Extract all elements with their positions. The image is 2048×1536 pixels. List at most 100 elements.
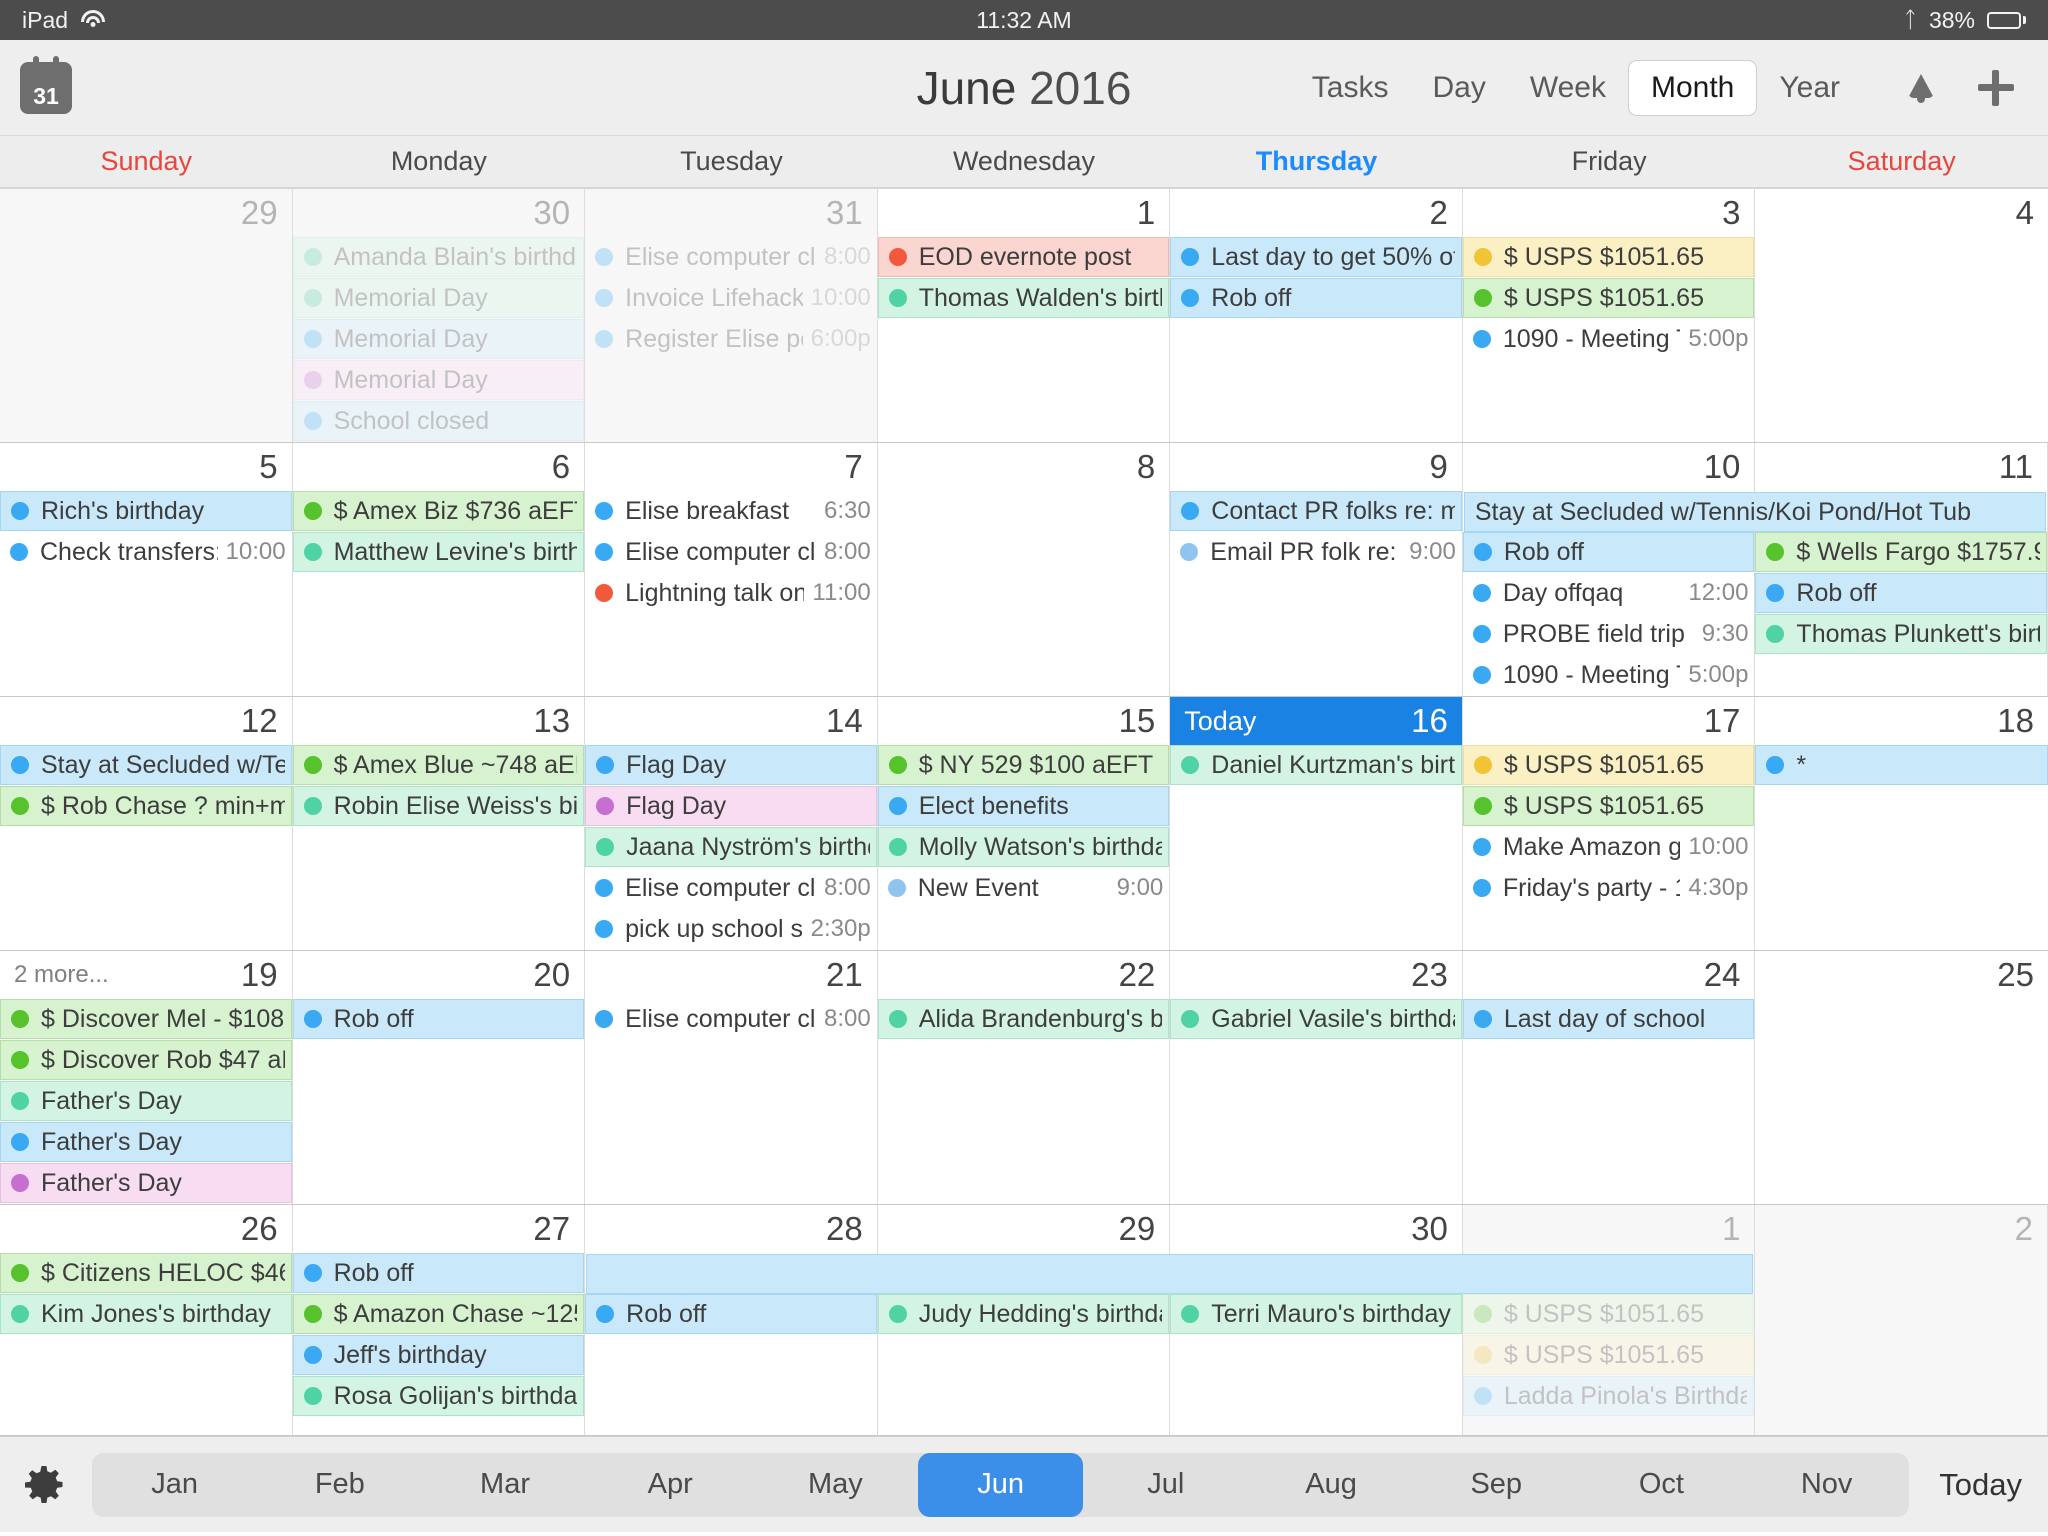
day-cell-2[interactable]: 2 Last day to get 50% off Rob off — [1170, 189, 1463, 442]
calendar-event[interactable]: Last day of school — [1462, 999, 1755, 1039]
multi-day-event[interactable]: Stay at Secluded w/Tennis/Koi Pond/Hot T… — [1463, 492, 2046, 532]
calendar-event[interactable]: $ USPS $1051.65 — [1462, 786, 1755, 826]
day-cell-13[interactable]: 13 $ Amex Blue ~748 aEFT Robin Elise Weiss… — [292, 697, 586, 950]
calendar-event[interactable]: Father's Day — [0, 1122, 292, 1162]
calendar-event[interactable]: $ NY 529 $100 aEFT — [877, 745, 1170, 785]
day-cell-14[interactable]: 14 Flag Day Flag Day Jaana Nyström's birthd… — [585, 697, 878, 950]
month-tab-nov[interactable]: Nov — [1744, 1453, 1909, 1517]
calendar-event[interactable]: Stay at Secluded w/Tenn — [0, 745, 292, 785]
calendar-event[interactable]: Rosa Golijan's birthday — [292, 1376, 585, 1416]
view-tab-tasks[interactable]: Tasks — [1290, 61, 1411, 115]
plus-icon[interactable] — [1978, 69, 2014, 106]
calendar-event[interactable]: Elise computer club 8:00 — [585, 532, 877, 572]
calendar-event[interactable]: Elise breakfast 6:30 — [585, 491, 877, 531]
calendar-event[interactable]: $ Amex Biz $736 aEFT — [292, 491, 585, 531]
calendar-event[interactable]: Memorial Day — [292, 278, 585, 318]
day-cell-1[interactable]: 1 $ USPS $1051.65 $ USPS $1051.65 Ladda Pin… — [1462, 1205, 1756, 1435]
calendar-icon[interactable]: 31 — [20, 55, 72, 114]
month-tab-oct[interactable]: Oct — [1579, 1453, 1744, 1517]
calendar-event[interactable]: 1090 - Meeting To 5:00p — [1463, 319, 1755, 359]
calendar-event[interactable]: EOD evernote post — [877, 237, 1170, 277]
day-cell-10[interactable]: 10 Rob off Day offqaq 12:00 PROBE field trip… — [1462, 443, 1756, 696]
day-cell-24[interactable]: 24 Last day of school — [1462, 951, 1756, 1204]
today-button[interactable]: Today — [1909, 1467, 2048, 1503]
calendar-event[interactable]: Friday's party - 10 4:30p — [1463, 868, 1755, 908]
calendar-event[interactable]: Rich's birthday — [0, 491, 292, 531]
month-tab-feb[interactable]: Feb — [257, 1453, 422, 1517]
calendar-event[interactable]: $ Discover Mel - $108 at — [0, 999, 292, 1039]
calendar-event[interactable]: Lightning talk on f 11:00 — [585, 573, 877, 613]
calendar-event[interactable]: $ USPS $1051.65 — [1462, 745, 1755, 785]
calendar-event[interactable]: Elect benefits — [877, 786, 1170, 826]
calendar-event[interactable]: $ Rob Chase ? min+mar — [0, 786, 292, 826]
calendar-event[interactable]: School closed — [292, 401, 585, 441]
calendar-event[interactable]: Memorial Day — [292, 360, 585, 400]
day-cell-22[interactable]: 22 Alida Brandenburg's birt — [877, 951, 1171, 1204]
calendar-event[interactable]: 1090 - Meeting To 5:00p — [1463, 655, 1755, 695]
day-cell-3[interactable]: 3 $ USPS $1051.65 $ USPS $1051.65 1090 - Me… — [1462, 189, 1756, 442]
month-tab-apr[interactable]: Apr — [588, 1453, 753, 1517]
calendar-event[interactable]: Father's Day — [0, 1163, 292, 1203]
more-events-link[interactable]: 2 more... — [14, 961, 109, 989]
month-tab-mar[interactable]: Mar — [422, 1453, 587, 1517]
view-tab-month[interactable]: Month — [1627, 59, 1758, 116]
day-cell-11[interactable]: 11 $ Wells Fargo $1757.95 Rob off Thomas Pl… — [1755, 443, 2048, 696]
month-tab-jan[interactable]: Jan — [92, 1453, 257, 1517]
day-cell-7[interactable]: 7 Elise breakfast 6:30 Elise computer club 8… — [585, 443, 878, 696]
day-cell-15[interactable]: 15 $ NY 529 $100 aEFT Elect benefits Molly … — [877, 697, 1171, 950]
calendar-event[interactable]: $ Citizens HELOC $46.38 — [0, 1253, 292, 1293]
calendar-event[interactable]: Contact PR folks re: mal — [1170, 491, 1462, 531]
day-cell-28[interactable]: 28 Rob off — [585, 1205, 878, 1435]
multi-day-event[interactable] — [586, 1254, 1754, 1294]
calendar-event[interactable]: $ Amazon Chase ~125 a — [292, 1294, 585, 1334]
day-cell-27[interactable]: 27 Rob off $ Amazon Chase ~125 a Jeff's bir… — [292, 1205, 586, 1435]
calendar-event[interactable]: Day offqaq 12:00 — [1463, 573, 1755, 613]
calendar-event[interactable]: Flag Day — [585, 786, 877, 826]
calendar-event[interactable]: Rob off — [1170, 278, 1462, 318]
day-cell-19[interactable]: 2 more... 19 $ Discover Mel - $108 at $ Dis… — [0, 951, 293, 1204]
calendar-event[interactable]: Father's Day — [0, 1081, 292, 1121]
calendar-event[interactable]: New Event 9:00 — [878, 868, 1170, 908]
day-cell-23[interactable]: 23 Gabriel Vasile's birthday — [1170, 951, 1463, 1204]
month-tab-jun[interactable]: Jun — [918, 1452, 1084, 1517]
calendar-event[interactable]: Rob off — [1462, 532, 1755, 572]
day-cell-5[interactable]: 5 Rich's birthday Check transfers: s 10:00 — [0, 443, 293, 696]
calendar-event[interactable]: $ USPS $1051.65 — [1462, 1294, 1755, 1334]
calendar-event[interactable]: Rob off — [1755, 573, 2047, 613]
calendar-event[interactable]: Terri Mauro's birthday — [1170, 1294, 1462, 1334]
day-cell-31[interactable]: 31 Elise computer club 8:00 Invoice Lifehac… — [585, 189, 878, 442]
view-tab-week[interactable]: Week — [1508, 61, 1628, 115]
day-cell-18[interactable]: 18 * — [1755, 697, 2048, 950]
day-cell-16[interactable]: Today 16 Daniel Kurtzman's birthd — [1170, 697, 1463, 950]
day-cell-9[interactable]: 9 Contact PR folks re: mal Email PR folk r… — [1170, 443, 1463, 696]
calendar-event[interactable]: Robin Elise Weiss's birth — [292, 786, 585, 826]
calendar-event[interactable]: Rob off — [292, 1253, 585, 1293]
view-tab-year[interactable]: Year — [1757, 61, 1862, 115]
calendar-event[interactable]: Thomas Plunkett's birthd — [1755, 614, 2047, 654]
day-cell-6[interactable]: 6 $ Amex Biz $736 aEFT Matthew Levine's bi… — [292, 443, 586, 696]
month-tab-jul[interactable]: Jul — [1083, 1453, 1248, 1517]
day-cell-29[interactable]: 29 — [0, 189, 293, 442]
calendar-event[interactable]: Matthew Levine's birthd — [292, 532, 585, 572]
day-cell-30[interactable]: 30 Terri Mauro's birthday — [1170, 1205, 1463, 1435]
calendar-event[interactable]: Email PR folk re: ma 9:00 — [1170, 532, 1462, 572]
calendar-event[interactable]: Thomas Walden's birthd — [877, 278, 1170, 318]
calendar-event[interactable]: $ Wells Fargo $1757.95 — [1755, 532, 2047, 572]
calendar-event[interactable]: Elise computer club 8:00 — [585, 868, 877, 908]
calendar-event[interactable]: $ USPS $1051.65 — [1462, 278, 1755, 318]
day-cell-25[interactable]: 25 — [1755, 951, 2048, 1204]
calendar-event[interactable]: Daniel Kurtzman's birthd — [1170, 745, 1462, 785]
day-cell-30[interactable]: 30 Amanda Blain's birthday Memorial Day Mem… — [292, 189, 586, 442]
calendar-event[interactable]: PROBE field trip 9:30 — [1463, 614, 1755, 654]
calendar-event[interactable]: $ USPS $1051.65 — [1462, 1335, 1755, 1375]
day-cell-8[interactable]: 8 — [877, 443, 1171, 696]
calendar-event[interactable]: Rob off — [292, 999, 585, 1039]
calendar-event[interactable]: Alida Brandenburg's birt — [877, 999, 1170, 1039]
calendar-event[interactable]: Last day to get 50% off — [1170, 237, 1462, 277]
month-tab-may[interactable]: May — [753, 1453, 918, 1517]
calendar-event[interactable]: Invoice Lifehacker 10:00 — [585, 278, 877, 318]
calendar-event[interactable]: * — [1755, 745, 2048, 785]
day-cell-20[interactable]: 20 Rob off — [292, 951, 586, 1204]
view-tab-day[interactable]: Day — [1410, 61, 1507, 115]
calendar-event[interactable]: $ Amex Blue ~748 aEFT — [292, 745, 585, 785]
